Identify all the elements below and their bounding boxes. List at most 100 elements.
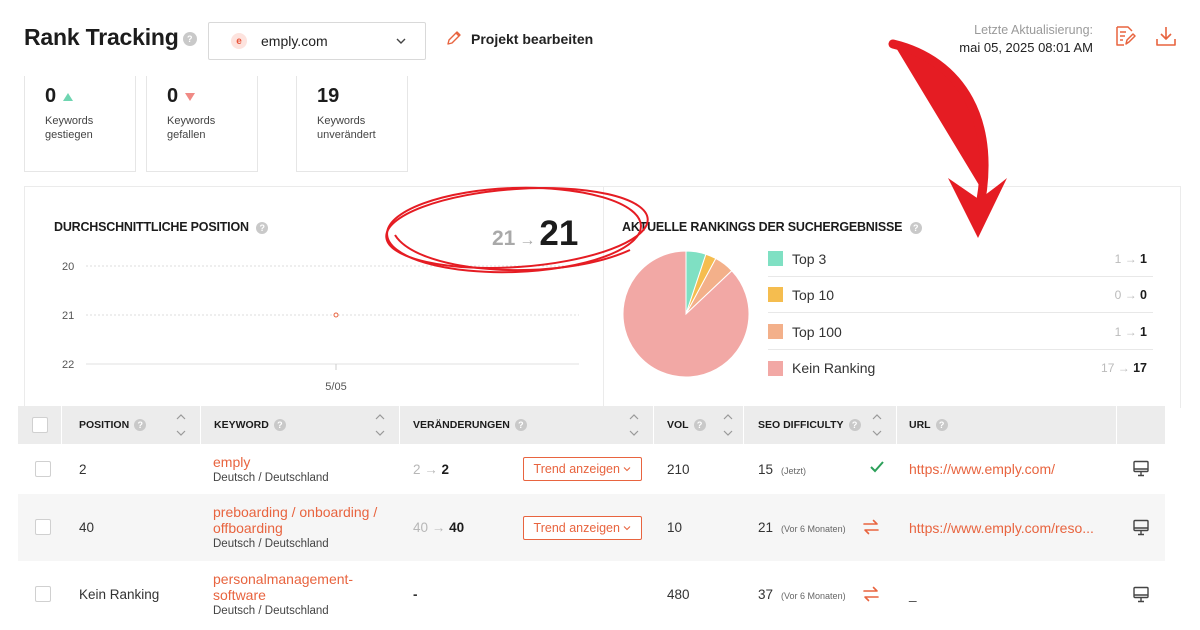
arrow-right-icon: → [431, 520, 446, 535]
stat-value-down: 0 [167, 85, 179, 107]
pencil-icon [447, 31, 461, 45]
stat-card-down: 0 Keywords gefallen [146, 76, 258, 172]
sort-icon[interactable] [375, 410, 385, 440]
x-tick-label: 5/05 [325, 381, 346, 393]
table-row: 40 preboarding / onboarding / offboardin… [18, 494, 1165, 561]
report-icon[interactable] [1114, 25, 1136, 47]
keyword-location: Deutsch / Deutschland [213, 538, 329, 550]
help-icon[interactable]: ? [693, 419, 706, 431]
domain-select-value: emply.com [261, 33, 328, 49]
column-changes[interactable]: VERÄNDERUNGEN? [400, 406, 654, 444]
row-keyword-cell: emply Deutsch / Deutschland [213, 454, 329, 484]
avg-position-title: DURCHSCHNITTLICHE POSITION ? [54, 220, 269, 234]
row-keyword-cell: preboarding / onboarding / offboarding D… [213, 504, 393, 550]
column-url[interactable]: URL? [897, 406, 1117, 444]
select-all-checkbox[interactable] [31, 417, 48, 433]
row-seo: 15 (Jetzt) [758, 461, 807, 477]
stat-value-up: 0 [45, 85, 57, 107]
legend-swatch [768, 360, 783, 376]
keyword-location: Deutsch / Deutschland [213, 472, 329, 484]
checkmark-icon [870, 461, 884, 473]
keyword-link[interactable]: preboarding / onboarding / offboarding [213, 504, 393, 536]
help-icon[interactable]: ? [182, 32, 197, 46]
rankings-title-text: AKTUELLE RANKINGS DER SUCHERGEBNISSE [622, 220, 903, 234]
row-vol: 10 [667, 520, 683, 535]
sort-icon[interactable] [176, 410, 186, 440]
legend-row-no-ranking: Kein Ranking 17 → 17 [768, 350, 1153, 386]
edit-project-label: Projekt bearbeiten [471, 30, 594, 47]
stat-label-unchanged: Keywords unverändert [317, 115, 376, 141]
chevron-down-icon [624, 467, 631, 472]
legend-swatch [768, 251, 783, 266]
legend-label: Kein Ranking [792, 360, 876, 376]
table-header: POSITION? KEYWORD? VERÄNDERUNGEN? VOL? S… [18, 406, 1165, 444]
table-row: 2 emply Deutsch / Deutschland 2 → 2 Tren… [18, 444, 1165, 494]
column-actions [1117, 406, 1165, 444]
url-link[interactable]: https://www.emply.com/reso... [909, 520, 1094, 536]
last-update: Letzte Aktualisierung: mai 05, 2025 08:0… [959, 21, 1093, 57]
table-row: Kein Ranking personalmanagement-software… [18, 561, 1165, 628]
sort-icon[interactable] [629, 410, 639, 440]
keyword-link[interactable]: personalmanagement-software [213, 571, 383, 603]
y-tick-label: 20 [62, 261, 74, 273]
help-icon[interactable]: ? [273, 419, 286, 431]
y-tick-label: 22 [62, 359, 74, 371]
legend-row-top100: Top 100 1 → 1 [768, 314, 1153, 350]
help-icon[interactable]: ? [134, 419, 147, 431]
avg-position-from: 21 [492, 227, 516, 250]
trend-button[interactable]: Trend anzeigen [523, 457, 642, 481]
refresh-icon[interactable] [861, 584, 881, 604]
last-update-label: Letzte Aktualisierung: [974, 23, 1093, 37]
download-icon[interactable] [1155, 25, 1177, 47]
stat-card-up: 0 Keywords gestiegen [24, 76, 136, 172]
legend-row-top3: Top 3 1 → 1 [768, 241, 1153, 277]
edit-project-button[interactable]: Projekt bearbeiten [445, 30, 593, 47]
chevron-down-icon [396, 38, 406, 44]
column-vol[interactable]: VOL? [654, 406, 744, 444]
help-icon[interactable]: ? [848, 419, 861, 431]
keyword-link[interactable]: emply [213, 454, 329, 470]
row-checkbox[interactable] [35, 519, 51, 535]
y-tick-label: 21 [62, 310, 74, 322]
legend-label: Top 100 [792, 323, 842, 340]
legend-swatch [768, 287, 783, 302]
legend-value: 1 → 1 [1114, 251, 1147, 266]
row-checkbox[interactable] [35, 586, 51, 602]
desktop-icon [1133, 460, 1149, 477]
triangle-down-icon [185, 92, 196, 101]
sort-icon[interactable] [723, 410, 733, 440]
refresh-icon[interactable] [861, 517, 881, 537]
stat-card-unchanged: 19 Keywords unverändert [296, 76, 408, 172]
domain-select[interactable]: e emply.com [208, 22, 426, 60]
page-title: Rank Tracking? [24, 24, 197, 51]
avg-position-to: 21 [539, 214, 579, 253]
column-keyword[interactable]: KEYWORD? [201, 406, 400, 444]
row-checkbox[interactable] [35, 461, 51, 477]
row-seo: 21 (Vor 6 Monaten) [758, 520, 846, 535]
help-icon[interactable]: ? [909, 221, 922, 234]
row-change: 2 → 2 [413, 461, 450, 477]
help-icon[interactable]: ? [256, 221, 269, 234]
stat-label-down: Keywords gefallen [167, 115, 216, 141]
column-seo-difficulty[interactable]: SEO DIFFICULTY? [744, 406, 897, 444]
row-position: Kein Ranking [79, 587, 160, 602]
row-vol: 210 [667, 461, 690, 477]
data-point[interactable] [333, 312, 339, 318]
row-change: - [413, 587, 418, 602]
desktop-icon [1133, 586, 1149, 603]
row-change: 40 → 40 [413, 520, 465, 535]
help-icon[interactable]: ? [935, 419, 948, 431]
avg-position-change: 21 → 21 [492, 214, 578, 254]
sort-icon[interactable] [872, 410, 882, 440]
url-link[interactable]: https://www.emply.com/ [909, 461, 1055, 477]
row-vol: 480 [667, 587, 690, 602]
help-icon[interactable]: ? [514, 419, 527, 431]
stat-label-up: Keywords gestiegen [45, 115, 94, 141]
trend-button[interactable]: Trend anzeigen [523, 516, 642, 540]
last-update-time: mai 05, 2025 08:01 AM [959, 40, 1093, 55]
row-position: 2 [79, 461, 87, 477]
column-position[interactable]: POSITION? [62, 406, 201, 444]
legend-label: Top 3 [792, 250, 827, 267]
arrow-right-icon: → [519, 232, 536, 249]
avg-position-title-text: DURCHSCHNITTLICHE POSITION [54, 220, 249, 234]
